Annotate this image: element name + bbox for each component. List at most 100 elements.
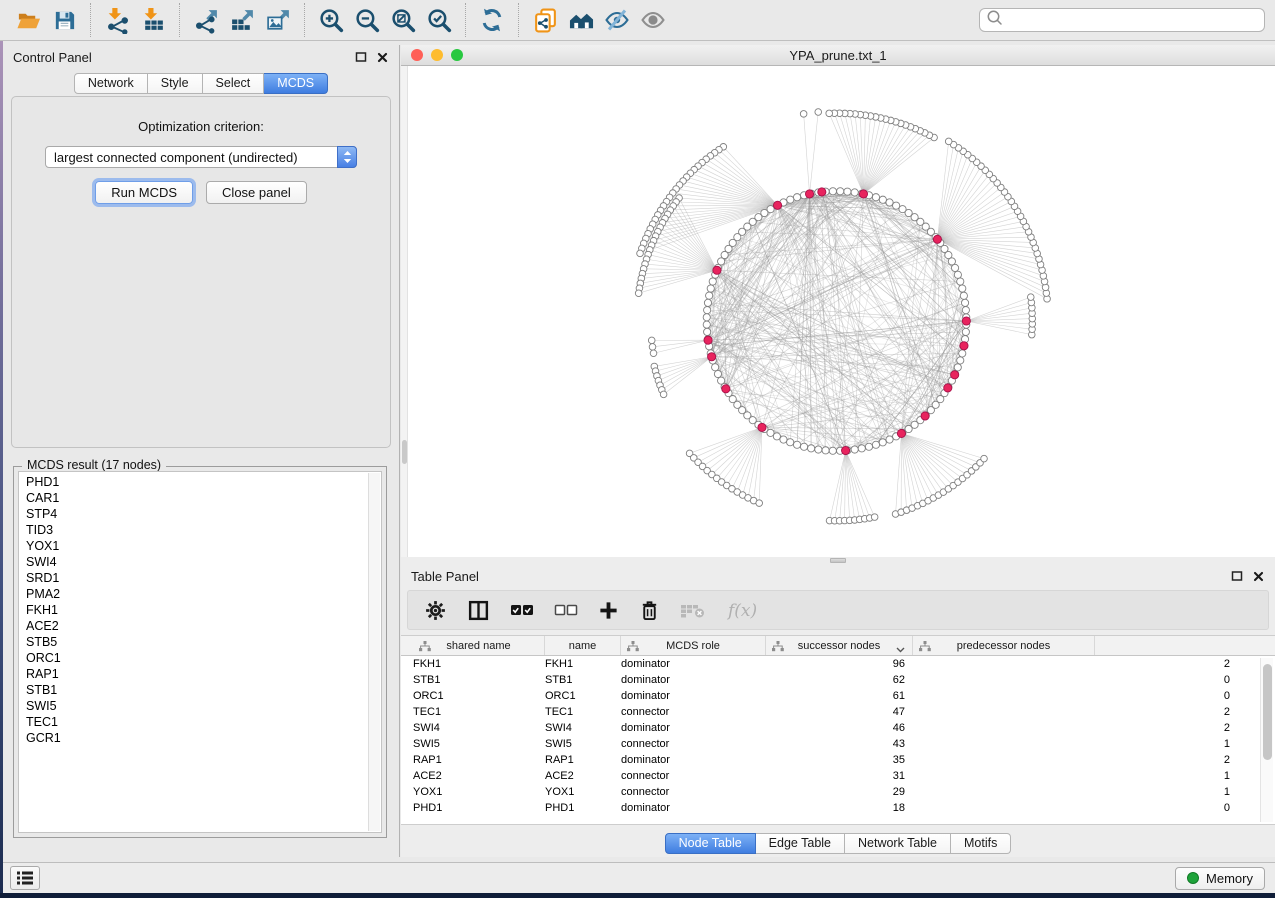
split-view-icon-button[interactable] bbox=[467, 596, 490, 624]
mcds-result-item[interactable]: TEC1 bbox=[26, 714, 367, 730]
mcds-hub-node[interactable] bbox=[704, 336, 712, 344]
mcds-hub-node[interactable] bbox=[805, 190, 813, 198]
select-all-icon-button[interactable] bbox=[510, 596, 534, 624]
tab-style[interactable]: Style bbox=[148, 73, 203, 94]
mcds-result-item[interactable]: GCR1 bbox=[26, 730, 367, 746]
mcds-hub-node[interactable] bbox=[962, 317, 970, 325]
zoom-selected-icon-button[interactable] bbox=[421, 4, 457, 36]
mcds-hub-node[interactable] bbox=[708, 353, 716, 361]
mcds-hub-node[interactable] bbox=[944, 384, 952, 392]
mcds-hub-node[interactable] bbox=[859, 190, 867, 198]
search-input[interactable] bbox=[1003, 13, 1258, 27]
mcds-hub-node[interactable] bbox=[951, 371, 959, 379]
window-close-light[interactable] bbox=[411, 49, 423, 61]
float-panel-icon[interactable] bbox=[354, 51, 367, 63]
mcds-result-item[interactable]: STP4 bbox=[26, 506, 367, 522]
refresh-icon-button[interactable] bbox=[474, 4, 510, 36]
table-row[interactable]: STB1STB1dominator620 bbox=[401, 672, 1275, 688]
export-network-icon-button[interactable] bbox=[188, 4, 224, 36]
column-header-MCDS-role[interactable]: MCDS role bbox=[621, 636, 766, 655]
show-graphics-icon-button[interactable] bbox=[635, 4, 671, 36]
mcds-result-item[interactable]: FKH1 bbox=[26, 602, 367, 618]
scrollbar-thumb[interactable] bbox=[402, 440, 407, 464]
column-header-predecessor-nodes[interactable]: predecessor nodes bbox=[913, 636, 1095, 655]
mcds-result-item[interactable]: YOX1 bbox=[26, 538, 367, 554]
table-row[interactable]: TEC1TEC1connector472 bbox=[401, 704, 1275, 720]
network-vertical-scrollbar[interactable] bbox=[401, 66, 408, 557]
mcds-result-item[interactable]: ACE2 bbox=[26, 618, 367, 634]
settings-icon-button[interactable] bbox=[424, 596, 447, 624]
table-row[interactable]: FKH1FKH1dominator962 bbox=[401, 656, 1275, 672]
add-column-icon-button[interactable] bbox=[598, 596, 619, 624]
table-row[interactable]: SWI4SWI4dominator462 bbox=[401, 720, 1275, 736]
column-header-shared-name[interactable]: shared name bbox=[413, 636, 545, 655]
mcds-result-item[interactable]: RAP1 bbox=[26, 666, 367, 682]
zoom-out-icon-button[interactable] bbox=[349, 4, 385, 36]
run-mcds-button[interactable]: Run MCDS bbox=[95, 181, 193, 204]
scrollbar-thumb[interactable] bbox=[1263, 664, 1272, 760]
clone-network-icon-button[interactable] bbox=[527, 4, 563, 36]
search-box[interactable] bbox=[979, 8, 1265, 32]
criterion-dropdown[interactable]: largest connected component (undirected) bbox=[45, 146, 357, 168]
tab-motifs[interactable]: Motifs bbox=[951, 833, 1011, 854]
tab-select[interactable]: Select bbox=[203, 73, 265, 94]
tab-mcds[interactable]: MCDS bbox=[264, 73, 328, 94]
mcds-list-scrollbar[interactable] bbox=[368, 473, 380, 831]
menu-list-button[interactable] bbox=[10, 866, 40, 890]
mcds-hub-node[interactable] bbox=[818, 188, 826, 196]
table-row[interactable]: YOX1YOX1connector291 bbox=[401, 784, 1275, 800]
close-table-panel-icon[interactable] bbox=[1252, 570, 1265, 582]
close-panel-icon[interactable] bbox=[376, 51, 389, 63]
tab-node-table[interactable]: Node Table bbox=[665, 833, 756, 854]
table-row[interactable]: RAP1RAP1dominator352 bbox=[401, 752, 1275, 768]
memory-button[interactable]: Memory bbox=[1175, 867, 1265, 890]
mcds-hub-node[interactable] bbox=[713, 266, 721, 274]
deselect-all-icon-button[interactable] bbox=[554, 596, 578, 624]
mcds-result-item[interactable]: STB5 bbox=[26, 634, 367, 650]
panel-splitter[interactable] bbox=[401, 557, 1275, 564]
network-graph[interactable] bbox=[408, 66, 1275, 557]
float-table-panel-icon[interactable] bbox=[1230, 570, 1243, 582]
mcds-hub-node[interactable] bbox=[933, 235, 941, 243]
tab-network[interactable]: Network bbox=[74, 73, 148, 94]
table-row[interactable]: SWI5SWI5connector431 bbox=[401, 736, 1275, 752]
mcds-result-item[interactable]: SRD1 bbox=[26, 570, 367, 586]
export-table-icon-button[interactable] bbox=[224, 4, 260, 36]
export-image-icon-button[interactable] bbox=[260, 4, 296, 36]
open-session-icon-button[interactable] bbox=[10, 4, 46, 36]
mcds-result-item[interactable]: SWI5 bbox=[26, 698, 367, 714]
table-row[interactable]: ORC1ORC1dominator610 bbox=[401, 688, 1275, 704]
mcds-hub-node[interactable] bbox=[758, 423, 766, 431]
window-minimize-light[interactable] bbox=[431, 49, 443, 61]
column-header-successor-nodes[interactable]: successor nodes bbox=[766, 636, 913, 655]
mcds-result-item[interactable]: STB1 bbox=[26, 682, 367, 698]
mcds-result-item[interactable]: TID3 bbox=[26, 522, 367, 538]
mcds-hub-node[interactable] bbox=[842, 446, 850, 454]
home-icon-button[interactable] bbox=[563, 4, 599, 36]
tab-network-table[interactable]: Network Table bbox=[845, 833, 951, 854]
mcds-hub-node[interactable] bbox=[960, 342, 968, 350]
splitter-handle[interactable] bbox=[830, 558, 846, 563]
mcds-result-item[interactable]: SWI4 bbox=[26, 554, 367, 570]
mcds-hub-node[interactable] bbox=[921, 412, 929, 420]
mcds-result-item[interactable]: PMA2 bbox=[26, 586, 367, 602]
close-panel-button[interactable]: Close panel bbox=[206, 181, 307, 204]
column-header-name[interactable]: name bbox=[545, 636, 621, 655]
table-row[interactable]: ACE2ACE2connector311 bbox=[401, 768, 1275, 784]
table-vertical-scrollbar[interactable] bbox=[1260, 658, 1273, 822]
tab-edge-table[interactable]: Edge Table bbox=[756, 833, 845, 854]
mcds-hub-node[interactable] bbox=[773, 201, 781, 209]
zoom-in-icon-button[interactable] bbox=[313, 4, 349, 36]
import-network-icon-button[interactable] bbox=[99, 4, 135, 36]
zoom-fit-icon-button[interactable] bbox=[385, 4, 421, 36]
delete-column-icon-button[interactable] bbox=[639, 596, 660, 624]
network-window-titlebar[interactable]: YPA_prune.txt_1 bbox=[401, 45, 1275, 66]
mcds-hub-node[interactable] bbox=[897, 429, 905, 437]
table-row[interactable]: PHD1PHD1dominator180 bbox=[401, 800, 1275, 816]
import-table-icon-button[interactable] bbox=[135, 4, 171, 36]
hide-graphics-icon-button[interactable] bbox=[599, 4, 635, 36]
window-zoom-light[interactable] bbox=[451, 49, 463, 61]
mcds-result-item[interactable]: ORC1 bbox=[26, 650, 367, 666]
mcds-hub-node[interactable] bbox=[722, 385, 730, 393]
mcds-result-item[interactable]: CAR1 bbox=[26, 490, 367, 506]
